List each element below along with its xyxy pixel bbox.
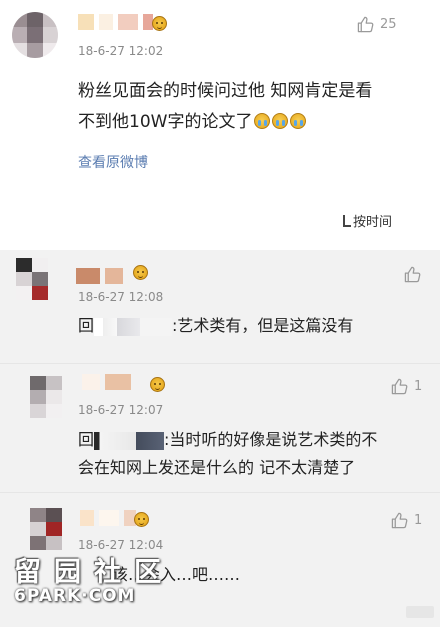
reply-timestamp: 18-6-27 12:07 [78,403,164,417]
sort-icon [343,215,351,227]
reply-text-line: 回 :当时听的好像是说艺术类的不 [78,426,433,454]
username-redacted[interactable] [76,268,123,284]
mention-redacted[interactable] [94,431,165,450]
reply-timestamp: 18-6-27 12:08 [78,290,164,304]
view-original-link[interactable]: 查看原微博 [78,152,148,172]
reply-text: 回 :当时听的好像是说艺术类的不 会在知网上发还是什么的 记不太清楚了 [78,426,433,482]
comment-timestamp: 18-6-27 12:02 [78,44,164,58]
avatar[interactable] [12,12,58,58]
sort-by-time-button[interactable]: 按时间 [343,211,392,230]
username-redacted[interactable] [82,374,131,390]
reply-text-line: 会在知网上发还是什么的 记不太清楚了 [78,458,356,477]
crying-emoji-icon [272,113,289,129]
main-comment: 18-6-27 12:02 25 粉丝见面会的时候问过他 知网肯定是看 不到他1… [0,0,440,250]
thumbs-up-icon [357,16,374,33]
mention-redacted[interactable] [94,317,141,336]
avatar[interactable] [30,508,62,550]
emoji-icon [150,377,165,392]
thumbs-up-icon [404,266,421,283]
sort-label: 按时间 [353,215,393,230]
reply-content: :艺术类有，但是这篇没有 [172,316,354,335]
reply-prefix: 回 [78,430,95,449]
like-count: 25 [380,17,397,32]
avatar[interactable] [16,258,48,300]
comment-text-line-part: 不到他10W字的论文了 [78,112,253,132]
crying-emoji-icon [290,113,307,129]
avatar[interactable] [30,376,62,418]
like-button[interactable]: 1 [391,512,422,529]
thumbs-up-icon [391,378,408,395]
watermark: 留园社区 6PARK·COM [14,550,174,606]
username-redacted[interactable] [80,510,136,526]
thumbs-up-icon [391,512,408,529]
emoji-icon [133,265,148,280]
like-button[interactable]: 1 [391,378,422,395]
emoji-icon [152,16,167,31]
divider [0,363,440,364]
watermark-cn: 留园社区 [14,557,174,588]
crying-emoji-icon [254,113,271,129]
like-count: 1 [414,513,423,528]
watermark-en: 6PARK·COM [14,586,136,606]
like-button[interactable] [404,266,421,283]
emoji-icon [134,512,149,527]
like-count: 1 [414,379,423,394]
reply-prefix: 回 [78,316,95,335]
reply-content: :当时听的好像是说艺术类的不 [164,430,378,449]
comment-text-line-2: 不到他10W字的论文了 [78,107,438,138]
reply-text: 回 :艺术类有，但是这篇没有 [78,312,428,340]
mention-redacted [140,317,173,336]
username-redacted[interactable] [78,14,153,30]
comment-text: 粉丝见面会的时候问过他 知网肯定是看 不到他10W字的论文了 [78,76,438,138]
corner-watermark [406,606,434,618]
like-button[interactable]: 25 [357,16,397,33]
comment-text-line: 粉丝见面会的时候问过他 知网肯定是看 [78,81,373,101]
divider [0,492,440,493]
